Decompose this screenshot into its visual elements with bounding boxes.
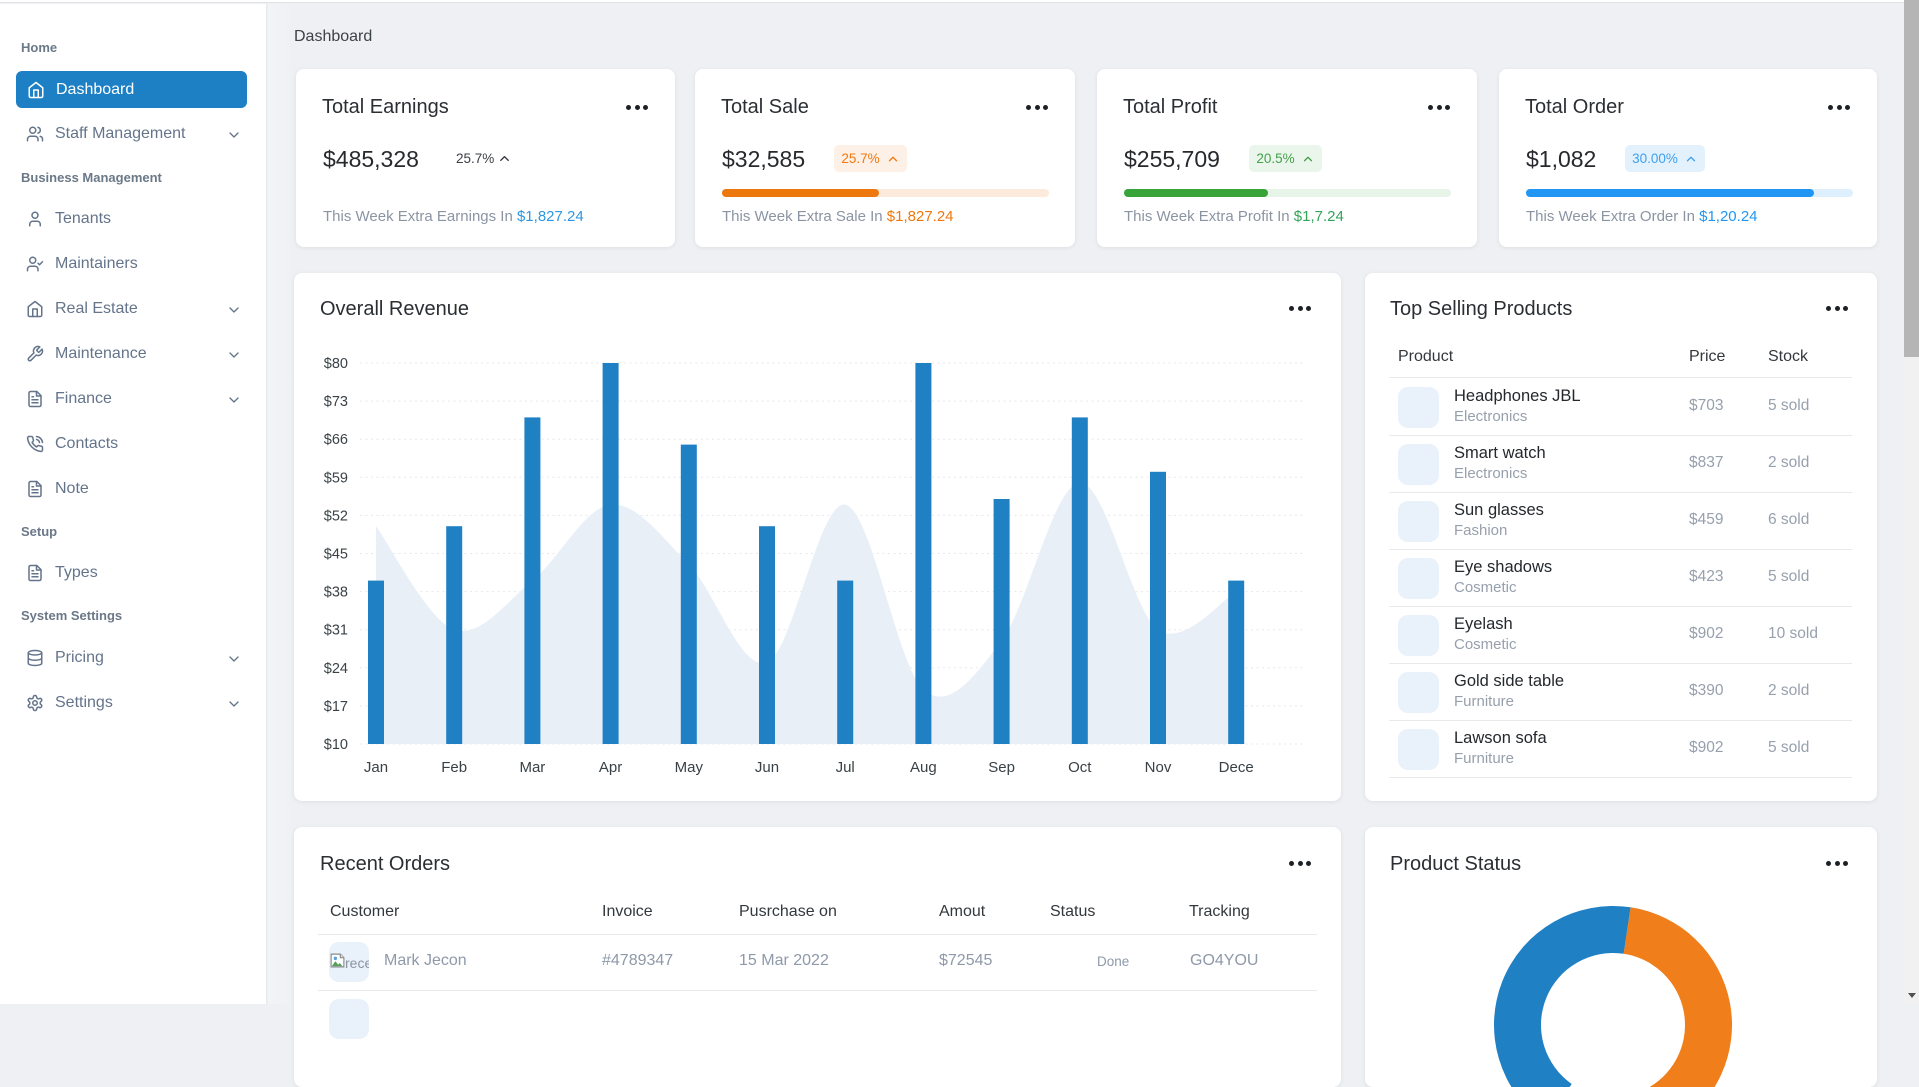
svg-text:$52: $52 [324,508,348,524]
svg-text:$24: $24 [324,661,348,677]
svg-text:$73: $73 [324,394,348,410]
svg-text:Oct: Oct [1068,759,1092,776]
svg-text:Mar: Mar [519,759,545,776]
svg-text:$10: $10 [324,737,348,753]
svg-text:Feb: Feb [441,759,467,776]
svg-text:$38: $38 [324,585,348,601]
svg-text:Aug: Aug [910,759,937,776]
svg-text:Nov: Nov [1145,759,1172,776]
svg-text:Sep: Sep [988,759,1015,776]
svg-text:Jul: Jul [836,759,855,776]
svg-text:May: May [675,759,704,776]
svg-text:Dece: Dece [1219,759,1254,776]
svg-text:$59: $59 [324,470,348,486]
svg-text:$17: $17 [324,699,348,715]
svg-text:$31: $31 [324,623,348,639]
svg-text:$80: $80 [324,356,348,372]
svg-text:Jan: Jan [364,759,388,776]
svg-text:$66: $66 [324,432,348,448]
svg-text:Jun: Jun [755,759,779,776]
svg-text:Apr: Apr [599,759,622,776]
svg-text:$45: $45 [324,547,348,563]
